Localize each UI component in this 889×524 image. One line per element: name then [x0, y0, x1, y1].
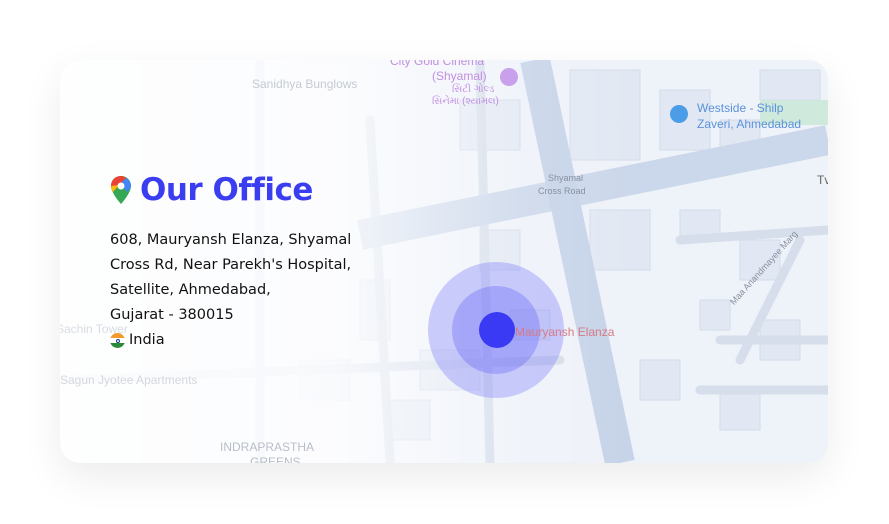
map-label-cinema-gu: સિટી ગોલ્ડ	[452, 84, 495, 95]
office-heading: Our Office	[110, 172, 351, 208]
map-label-indraprastha: INDRAPRASTHA	[220, 440, 315, 454]
country: India	[110, 328, 351, 353]
westside-pin-icon[interactable]	[670, 105, 688, 123]
office-info: Our Office 608, Mauryansh Elanza, Shyama…	[110, 172, 351, 353]
map-label-sagun: Sagun Jyotee Apartments	[60, 373, 198, 387]
address-line: Gujarat - 380015	[110, 307, 234, 323]
google-maps-pin-icon	[111, 176, 131, 204]
page-title: Our Office	[140, 172, 313, 208]
map-label-mauryansh: Mauryansh Elanza	[515, 325, 615, 339]
map-label-cinema: (Shyamal)	[432, 69, 487, 83]
office-card: City Gold Cinema (Shyamal) સિટી ગોલ્ડ સિ…	[60, 60, 828, 463]
address-line: 608, Mauryansh Elanza, Shyamal	[110, 232, 352, 248]
map-label-shyamal: Shyamal	[548, 173, 584, 183]
map-label-tw: Tv	[817, 173, 828, 187]
cinema-pin-icon[interactable]	[500, 68, 518, 86]
address-line: Cross Rd, Near Parekh's Hospital,	[110, 257, 352, 273]
map-label-sanidhya: Sanidhya Bunglows	[252, 77, 358, 91]
country-name: India	[129, 332, 165, 348]
office-address: 608, Mauryansh Elanza, Shyamal Cross Rd,…	[110, 228, 351, 353]
location-marker[interactable]	[479, 312, 515, 348]
map-label-westside: Westside - Shilp	[697, 101, 784, 115]
address-line: Satellite, Ahmedabad,	[110, 282, 271, 298]
map-label-cinema-gu: સિનેમા (શ્યામલ)	[432, 96, 499, 107]
map-label-westside: Zaveri, Ahmedabad	[697, 117, 802, 131]
map-label-shyamal: Cross Road	[538, 186, 586, 196]
india-flag-icon	[110, 333, 125, 348]
map-label-cinema: City Gold Cinema	[390, 60, 485, 68]
map-label-indraprastha: GREENS	[250, 455, 301, 463]
